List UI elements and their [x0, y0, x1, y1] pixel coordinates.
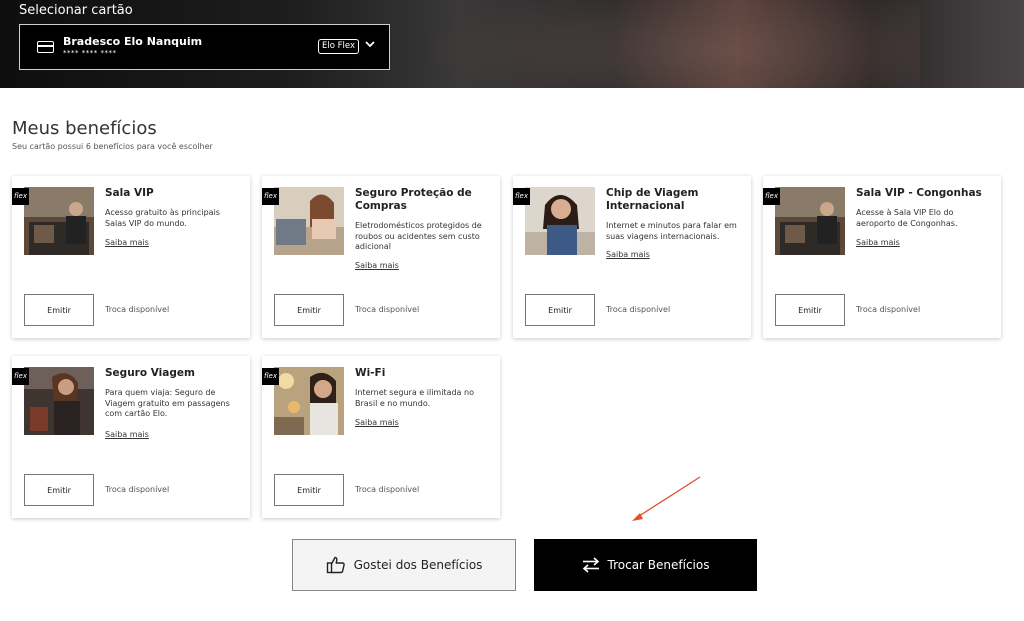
benefit-image [24, 187, 94, 255]
flex-tag: flex [513, 188, 530, 205]
page-subtitle: Seu cartão possui 6 benefícios para você… [12, 142, 213, 151]
benefit-card-sala-vip-congonhas: flex Sala VIP - Congonhas Acesse à Sala … [763, 176, 1001, 338]
benefit-description: Internet segura e ilimitada no Brasil e … [355, 388, 474, 408]
benefit-description: Acesse à Sala VIP Elo do aeroporto de Co… [856, 208, 958, 228]
exchange-status: Troca disponível [105, 485, 170, 494]
chevron-down-icon[interactable] [365, 39, 375, 49]
learn-more-link[interactable]: Saiba mais [105, 430, 149, 439]
learn-more-link[interactable]: Saiba mais [355, 418, 399, 427]
issue-button[interactable]: Emitir [525, 294, 595, 326]
benefits-section: Meus benefícios Seu cartão possui 6 bene… [0, 88, 1024, 621]
like-benefits-label: Gostei dos Benefícios [353, 558, 483, 572]
benefit-card-sala-vip: flex Sala VIP Acesso gratuito às princip… [12, 176, 250, 338]
select-card-title: Selecionar cartão [19, 3, 133, 18]
thumbs-up-icon [326, 556, 345, 574]
benefit-image [274, 187, 344, 255]
exchange-status: Troca disponível [105, 305, 170, 314]
trade-benefits-label: Trocar Benefícios [607, 558, 710, 572]
like-benefits-button[interactable]: Gostei dos Benefícios [292, 539, 516, 591]
card-type-badge: Elo Flex [318, 39, 359, 54]
issue-button[interactable]: Emitir [775, 294, 845, 326]
exchange-status: Troca disponível [355, 305, 420, 314]
exchange-status: Troca disponível [856, 305, 921, 314]
flex-tag: flex [262, 188, 279, 205]
issue-button[interactable]: Emitir [274, 474, 344, 506]
flex-tag: flex [12, 368, 29, 385]
issue-button[interactable]: Emitir [24, 294, 94, 326]
benefit-card-seguro-compras: flex Seguro Proteção de Compras Eletrodo… [262, 176, 500, 338]
benefit-card-seguro-viagem: flex Seguro Viagem Para quem viaja: Segu… [12, 356, 250, 518]
credit-card-icon [37, 41, 54, 53]
benefit-image [24, 367, 94, 435]
benefit-card-wifi: flex Wi-Fi Internet segura e ilimitada n… [262, 356, 500, 518]
benefit-title: Chip de Viagem Internacional [606, 187, 699, 212]
benefit-title: Wi-Fi [355, 367, 386, 379]
swap-arrows-icon [582, 557, 599, 573]
learn-more-link[interactable]: Saiba mais [105, 238, 149, 247]
page-title: Meus benefícios [12, 118, 157, 139]
trade-benefits-button[interactable]: Trocar Benefícios [534, 539, 757, 591]
benefit-title: Sala VIP - Congonhas [856, 187, 982, 199]
header-banner: Selecionar cartão Bradesco Elo Nanquim *… [0, 0, 1024, 88]
card-number: **** **** **** [63, 49, 117, 57]
exchange-status: Troca disponível [355, 485, 420, 494]
benefit-description: Para quem viaja: Seguro de Viagem gratui… [105, 388, 230, 418]
benefit-description: Internet e minutos para falar em suas vi… [606, 221, 737, 241]
annotation-arrow-icon [632, 476, 701, 521]
benefit-image [274, 367, 344, 435]
learn-more-link[interactable]: Saiba mais [606, 250, 650, 259]
learn-more-link[interactable]: Saiba mais [355, 261, 399, 270]
benefit-title: Sala VIP [105, 187, 154, 199]
learn-more-link[interactable]: Saiba mais [856, 238, 900, 247]
flex-tag: flex [763, 188, 780, 205]
flex-tag: flex [12, 188, 29, 205]
benefit-description: Acesso gratuito às principais Salas VIP … [105, 208, 220, 228]
benefit-title: Seguro Proteção de Compras [355, 187, 472, 212]
benefit-description: Eletrodomésticos protegidos de roubos ou… [355, 221, 482, 251]
issue-button[interactable]: Emitir [24, 474, 94, 506]
flex-tag: flex [262, 368, 279, 385]
card-selector[interactable]: Bradesco Elo Nanquim **** **** **** Elo … [19, 24, 390, 70]
issue-button[interactable]: Emitir [274, 294, 344, 326]
exchange-status: Troca disponível [606, 305, 671, 314]
benefit-image [525, 187, 595, 255]
card-name: Bradesco Elo Nanquim [63, 35, 203, 48]
benefit-title: Seguro Viagem [105, 367, 195, 379]
benefit-image [775, 187, 845, 255]
benefit-card-chip-viagem: flex Chip de Viagem Internacional Intern… [513, 176, 751, 338]
